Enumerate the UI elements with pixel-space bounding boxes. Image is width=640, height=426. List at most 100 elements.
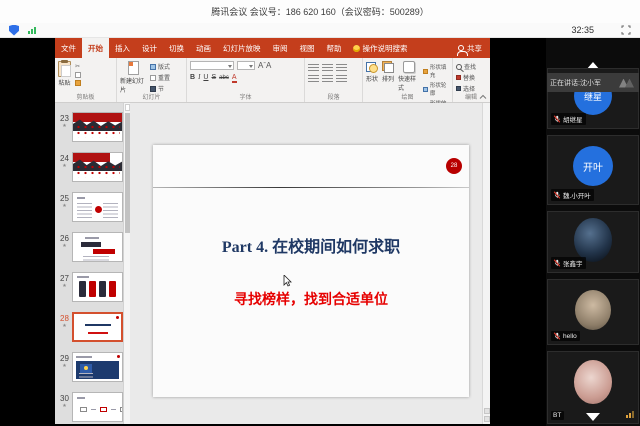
- mouse-cursor: [283, 275, 292, 287]
- grow-shrink-font-buttons[interactable]: AˉA: [258, 61, 271, 70]
- person-icon: [458, 45, 464, 51]
- clipboard-group: 粘贴 ✂ 剪贴板: [55, 58, 117, 102]
- fullscreen-icon[interactable]: [621, 25, 631, 35]
- previous-slide-button[interactable]: [484, 408, 490, 414]
- animation-star-icon: ★: [62, 403, 66, 410]
- slide-number: 28: [60, 314, 69, 323]
- tencent-meeting-logo-icon: [618, 77, 636, 89]
- slide-thumbnail-24[interactable]: 24 ★: [55, 152, 130, 192]
- speaking-banner: 正在讲话:沈小军: [547, 73, 639, 92]
- slide-canvas[interactable]: 28 Part 4. 在校期间如何求职 寻找榜样，找到合适单位: [153, 145, 469, 397]
- animation-star-icon: ★: [62, 123, 66, 130]
- thumbnail-preview: [72, 192, 123, 222]
- video-tile[interactable]: 张鑫宇: [547, 211, 639, 273]
- slide-number-badge: 28: [446, 158, 462, 174]
- participant-name: 魏.小开叶: [563, 190, 591, 200]
- avatar-photo: [574, 360, 612, 404]
- cut-button[interactable]: ✂: [75, 63, 81, 70]
- slide-thumbnail-panel: 23 ★ 24 ★: [55, 103, 130, 424]
- slide-number: 23: [60, 114, 69, 123]
- thumbnail-preview: [72, 112, 123, 142]
- drawing-group: 形状 排列 快速样式 形状填充 形状轮廓 形状效果: [363, 58, 453, 102]
- tab-view[interactable]: 视图: [294, 38, 321, 58]
- thumbnail-scrollbar[interactable]: [123, 103, 130, 424]
- slide-subtitle[interactable]: 寻找榜样，找到合适单位: [153, 289, 469, 309]
- replace-button[interactable]: 替换: [456, 73, 486, 82]
- slide-thumbnail-28[interactable]: 28 ★: [55, 312, 130, 352]
- format-painter-button[interactable]: [75, 80, 81, 86]
- security-shield-icon[interactable]: [9, 25, 19, 36]
- new-slide-icon: [128, 61, 139, 75]
- font-group: AˉA B I U S abc A 字体: [187, 58, 305, 102]
- font-name-select[interactable]: [190, 61, 234, 70]
- tab-file[interactable]: 文件: [55, 38, 82, 58]
- paragraph-buttons[interactable]: [308, 64, 359, 83]
- new-slide-button[interactable]: 新建幻灯片: [120, 61, 146, 94]
- ribbon-tab-bar: 文件 开始 插入 设计 切换 动画 幻灯片放映 审阅 视图 帮助 操作说明搜索 …: [55, 38, 490, 58]
- underline-button[interactable]: U: [203, 74, 208, 81]
- tab-design[interactable]: 设计: [136, 38, 163, 58]
- slide-number: 30: [60, 394, 69, 403]
- slide-thumbnail-29[interactable]: 29 ★: [55, 352, 130, 392]
- tab-review[interactable]: 审阅: [267, 38, 294, 58]
- video-tile[interactable]: 开叶 魏.小开叶: [547, 135, 639, 205]
- video-tile[interactable]: hello: [547, 279, 639, 345]
- slide-number: 27: [60, 274, 69, 283]
- tab-slideshow[interactable]: 幻灯片放映: [217, 38, 267, 58]
- bold-button[interactable]: B: [190, 74, 195, 81]
- slide-editor-area: 28 Part 4. 在校期间如何求职 寻找榜样，找到合适单位: [130, 103, 490, 424]
- tab-animations[interactable]: 动画: [190, 38, 217, 58]
- participant-name: hello: [563, 333, 577, 340]
- strikethrough-button[interactable]: S: [211, 74, 216, 81]
- share-button[interactable]: 共享: [458, 38, 482, 58]
- paragraph-group-label: 段落: [305, 92, 362, 101]
- shape-fill-button[interactable]: 形状填充: [423, 63, 449, 79]
- copy-button[interactable]: [75, 72, 81, 78]
- meeting-titlebar: 腾讯会议 会议号：186 620 160（会议密码：500289）: [0, 0, 640, 23]
- slide-number: 24: [60, 154, 69, 163]
- clear-format-button[interactable]: abc: [219, 75, 229, 81]
- paste-button[interactable]: 粘贴: [58, 61, 71, 87]
- font-color-button[interactable]: A: [232, 74, 237, 83]
- tab-home[interactable]: 开始: [82, 38, 109, 58]
- thumbnail-preview-current: [72, 312, 123, 342]
- tab-insert[interactable]: 插入: [109, 38, 136, 58]
- italic-button[interactable]: I: [198, 73, 200, 81]
- slide-thumbnail-25[interactable]: 25 ★: [55, 192, 130, 232]
- avatar-photo: [574, 218, 612, 262]
- scroll-panel-down-icon[interactable]: [586, 413, 600, 421]
- tab-transitions[interactable]: 切换: [163, 38, 190, 58]
- connection-signal-icon: [626, 411, 634, 418]
- network-signal-icon[interactable]: [28, 27, 36, 34]
- lightbulb-icon: [353, 45, 360, 52]
- shapes-icon: [366, 61, 378, 73]
- slide-thumbnail-27[interactable]: 27 ★: [55, 272, 130, 312]
- thumbnail-preview: [72, 352, 123, 382]
- participant-name: 胡继星: [563, 114, 583, 124]
- tell-me-label: 操作说明搜索: [363, 43, 408, 54]
- ribbon-toolbar: 粘贴 ✂ 剪贴板 新建幻灯片 版式: [55, 58, 490, 103]
- tab-help[interactable]: 帮助: [321, 38, 348, 58]
- clipboard-group-label: 剪贴板: [55, 92, 116, 101]
- slide-thumbnail-23[interactable]: 23 ★: [55, 112, 130, 152]
- find-button[interactable]: 查找: [456, 62, 486, 71]
- paste-icon: [58, 61, 71, 77]
- font-size-select[interactable]: [237, 61, 255, 70]
- mic-muted-icon: [553, 332, 561, 340]
- animation-star-icon: ★: [62, 323, 66, 330]
- reset-button[interactable]: 重置: [150, 73, 170, 82]
- slides-group: 新建幻灯片 版式 重置 节 幻灯片: [117, 58, 187, 102]
- slide-title[interactable]: Part 4. 在校期间如何求职: [153, 233, 469, 257]
- tell-me-search[interactable]: 操作说明搜索: [348, 38, 413, 58]
- slide-thumbnail-26[interactable]: 26 ★: [55, 232, 130, 272]
- share-label: 共享: [467, 43, 482, 54]
- collapse-ribbon-icon[interactable]: [479, 94, 487, 100]
- slide-divider-line: [153, 187, 469, 188]
- next-slide-button[interactable]: [484, 416, 490, 422]
- animation-star-icon: ★: [62, 163, 66, 170]
- editor-scrollbar[interactable]: [482, 103, 490, 424]
- slide-thumbnail-30[interactable]: 30 ★: [55, 392, 130, 424]
- layout-button[interactable]: 版式: [150, 62, 170, 71]
- thumbnail-preview: [72, 392, 123, 422]
- arrange-icon: [382, 61, 394, 73]
